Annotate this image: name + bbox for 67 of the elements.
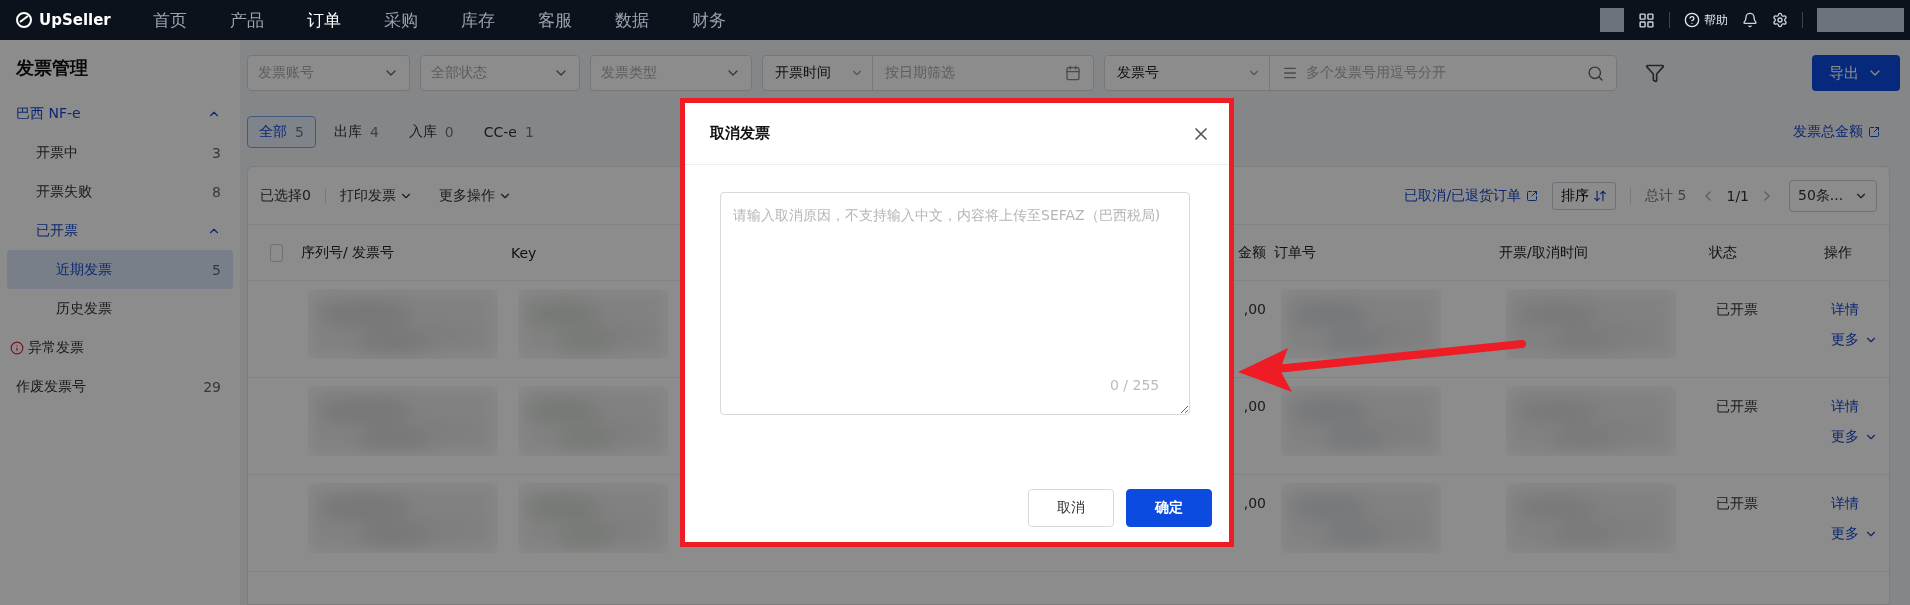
- cancel-button[interactable]: 取消: [1028, 489, 1114, 527]
- details-link[interactable]: 详情: [1831, 398, 1859, 416]
- table-cell: ,00: [1243, 495, 1266, 511]
- column-header: 金额: [1238, 243, 1266, 262]
- sidebar-item[interactable]: 历史发票: [7, 289, 233, 328]
- column-header: 状态: [1709, 243, 1737, 262]
- total-count: 总计 5: [1645, 186, 1687, 205]
- status-text: 已开票: [1716, 301, 1758, 319]
- external-link-icon: [1526, 189, 1539, 202]
- column-header: Key: [511, 244, 537, 261]
- filter-tab[interactable]: 入库 0: [396, 116, 466, 148]
- details-link[interactable]: 详情: [1831, 495, 1859, 513]
- nav-tab[interactable]: 数据: [615, 8, 649, 32]
- column-header: 序列号/ 发票号: [301, 243, 395, 262]
- settings-icon[interactable]: [1772, 12, 1788, 28]
- sidebar-item[interactable]: 已开票: [7, 211, 233, 250]
- nav-tab[interactable]: 产品: [230, 8, 264, 32]
- warning-icon: [10, 340, 24, 355]
- column-header: 操作: [1824, 243, 1852, 262]
- character-counter: 0 / 255: [1110, 377, 1160, 393]
- sidebar-item[interactable]: 异常发票: [7, 328, 233, 367]
- sidebar-item[interactable]: 开票失败 8: [7, 172, 233, 211]
- column-header: 开票/取消时间: [1499, 243, 1588, 262]
- sidebar-title: 发票管理: [15, 56, 89, 80]
- sort-button[interactable]: 排序: [1552, 181, 1617, 210]
- confirm-button[interactable]: 确定: [1126, 489, 1212, 527]
- total-amount-link[interactable]: 发票总金额: [1793, 123, 1880, 141]
- filter-icon[interactable]: [1645, 63, 1665, 83]
- sort-icon: [1593, 188, 1608, 203]
- export-button[interactable]: 导出: [1812, 55, 1900, 91]
- filter-tab[interactable]: 全部 5: [247, 116, 316, 148]
- nav-tab[interactable]: 库存: [461, 8, 495, 32]
- filter-tab[interactable]: CC-e 1: [471, 116, 546, 148]
- nav-tab[interactable]: 采购: [384, 8, 418, 32]
- action-dropdown[interactable]: 打印发票: [339, 186, 413, 205]
- cancelled-orders-link[interactable]: 已取消/已退货订单: [1404, 186, 1539, 205]
- apps-grid-icon[interactable]: [1638, 11, 1655, 29]
- help-link[interactable]: 帮助: [1684, 11, 1728, 29]
- external-link-icon: [1868, 126, 1880, 138]
- nav-tab[interactable]: 财务: [692, 8, 726, 32]
- dialog-title: 取消发票: [710, 124, 770, 143]
- nav-tab[interactable]: 客服: [538, 8, 572, 32]
- more-dropdown[interactable]: 更多: [1831, 331, 1878, 349]
- sidebar-item[interactable]: 巴西 NF-e: [7, 94, 233, 133]
- page-size-select[interactable]: 50条...: [1789, 179, 1877, 212]
- help-icon: [1684, 12, 1700, 28]
- status-text: 已开票: [1716, 495, 1758, 513]
- select-all-checkbox[interactable]: [270, 243, 283, 262]
- notification-bell-icon[interactable]: [1742, 12, 1758, 28]
- app-logo: UpSeller: [15, 11, 153, 29]
- sidebar-item[interactable]: 近期发票 5: [7, 250, 233, 289]
- filter-tab[interactable]: 出库 4: [321, 116, 391, 148]
- more-dropdown[interactable]: 更多: [1831, 428, 1878, 446]
- details-link[interactable]: 详情: [1831, 301, 1859, 319]
- status-text: 已开票: [1716, 398, 1758, 416]
- selected-count: 已选择0: [260, 186, 311, 205]
- page-indicator: 1/1: [1726, 187, 1749, 204]
- column-header: 订单号: [1274, 243, 1316, 262]
- more-dropdown[interactable]: 更多: [1831, 525, 1878, 543]
- profile-placeholder: [1600, 8, 1624, 32]
- sidebar-item[interactable]: 作废发票号 29: [7, 367, 233, 406]
- sidebar-item[interactable]: 开票中 3: [7, 133, 233, 172]
- action-dropdown[interactable]: 更多操作: [438, 186, 512, 205]
- table-cell: ,00: [1243, 301, 1266, 317]
- table-cell: ,00: [1243, 398, 1266, 414]
- nav-tab[interactable]: 首页: [153, 8, 187, 32]
- nav-tab[interactable]: 订单: [307, 8, 341, 32]
